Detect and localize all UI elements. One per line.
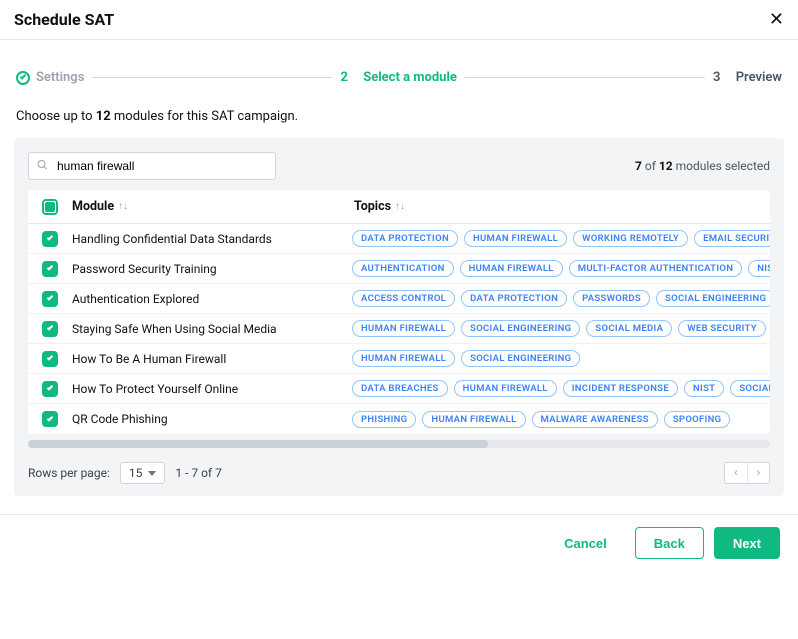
row-checkbox[interactable] bbox=[42, 261, 58, 277]
horizontal-scrollbar[interactable] bbox=[28, 440, 770, 448]
topic-tag[interactable]: HUMAN FIREWALL bbox=[422, 411, 525, 428]
next-page-button[interactable]: › bbox=[747, 463, 769, 483]
pager-nav: ‹ › bbox=[724, 462, 770, 484]
topic-tag[interactable]: PASSWORDS bbox=[573, 290, 650, 307]
table-row[interactable]: Staying Safe When Using Social MediaHUMA… bbox=[28, 314, 770, 344]
instruction-text: Choose up to 12 modules for this SAT cam… bbox=[0, 105, 798, 138]
step-label: Settings bbox=[36, 70, 84, 85]
table-row[interactable]: QR Code PhishingPHISHING HUMAN FIREWALL MA… bbox=[28, 404, 770, 434]
next-button[interactable]: Next bbox=[714, 527, 780, 559]
row-checkbox[interactable] bbox=[42, 351, 58, 367]
module-name: How To Protect Yourself Online bbox=[72, 382, 352, 396]
topic-tag[interactable]: ACCESS CONTROL bbox=[352, 290, 455, 307]
table-row[interactable]: Password Security TrainingAUTHENTICATION… bbox=[28, 254, 770, 284]
step-number: 2 bbox=[340, 70, 347, 85]
sort-icon: ↑↓ bbox=[118, 201, 128, 212]
row-checkbox[interactable] bbox=[42, 321, 58, 337]
selection-counter: 7 of 12 modules selected bbox=[635, 159, 770, 173]
topic-tag[interactable]: EMAIL SECURITY bbox=[694, 230, 770, 247]
topic-tag[interactable]: WEB SECURITY bbox=[678, 320, 766, 337]
table-row[interactable]: How To Be A Human FirewallHUMAN FIREWALL… bbox=[28, 344, 770, 374]
table-row[interactable]: How To Protect Yourself OnlineDATA BREAC… bbox=[28, 374, 770, 404]
step-divider bbox=[92, 77, 332, 78]
topic-tag[interactable]: DATA PROTECTION bbox=[461, 290, 567, 307]
table-row[interactable]: Handling Confidential Data StandardsDATA… bbox=[28, 224, 770, 254]
topic-tag[interactable]: SOCIAL ENGINEERING bbox=[461, 320, 580, 337]
pager-range: 1 - 7 of 7 bbox=[175, 466, 221, 480]
step-settings[interactable]: Settings bbox=[16, 70, 84, 85]
topic-tag[interactable]: HUMAN FIREWALL bbox=[460, 260, 563, 277]
close-icon[interactable]: ✕ bbox=[769, 11, 784, 29]
page-title: Schedule SAT bbox=[14, 10, 114, 29]
topic-tag[interactable]: SOCIAL MEDIA bbox=[730, 380, 770, 397]
sort-icon: ↑↓ bbox=[395, 201, 405, 212]
topic-tag[interactable]: DATA BREACHES bbox=[352, 380, 448, 397]
module-name: QR Code Phishing bbox=[72, 412, 352, 426]
stepper: Settings 2 Select a module 3 Preview bbox=[0, 40, 798, 105]
column-header-topics[interactable]: Topics ↑↓ bbox=[352, 199, 770, 214]
topic-tag[interactable]: AUTHENTICATION bbox=[352, 260, 454, 277]
module-name: Authentication Explored bbox=[72, 292, 352, 306]
step-select-module[interactable]: 2 Select a module bbox=[340, 70, 456, 85]
topic-tag[interactable]: NIST bbox=[748, 260, 770, 277]
row-checkbox[interactable] bbox=[42, 291, 58, 307]
topic-tag[interactable]: WORKING REMOTELY bbox=[573, 230, 688, 247]
module-name: Staying Safe When Using Social Media bbox=[72, 322, 352, 336]
step-divider bbox=[465, 77, 705, 78]
scrollbar-thumb[interactable] bbox=[28, 440, 488, 448]
row-checkbox[interactable] bbox=[42, 411, 58, 427]
prev-page-button[interactable]: ‹ bbox=[725, 463, 747, 483]
rows-per-page-label: Rows per page: bbox=[28, 466, 110, 480]
step-label: Select a module bbox=[363, 70, 457, 85]
step-number: 3 bbox=[713, 70, 720, 85]
topic-tag[interactable]: SOCIAL ENGINEERING bbox=[656, 290, 770, 307]
back-button[interactable]: Back bbox=[635, 527, 704, 559]
topic-tag[interactable]: SOCIAL MEDIA bbox=[586, 320, 672, 337]
chevron-down-icon bbox=[148, 471, 156, 476]
module-name: Handling Confidential Data Standards bbox=[72, 232, 352, 246]
column-header-module[interactable]: Module ↑↓ bbox=[72, 199, 352, 214]
topic-tag[interactable]: INCIDENT RESPONSE bbox=[563, 380, 678, 397]
search-icon bbox=[36, 159, 48, 174]
step-label: Preview bbox=[736, 70, 782, 85]
topic-tag[interactable]: NIST bbox=[684, 380, 724, 397]
topic-tag[interactable]: SPOOFING bbox=[664, 411, 731, 428]
rows-per-page-select[interactable]: 15 bbox=[120, 462, 166, 484]
cancel-button[interactable]: Cancel bbox=[546, 527, 625, 559]
topic-tag[interactable]: MALWARE AWARENESS bbox=[532, 411, 658, 428]
module-name: How To Be A Human Firewall bbox=[72, 352, 352, 366]
topic-tag[interactable]: HUMAN FIREWALL bbox=[352, 320, 455, 337]
topic-tag[interactable]: HUMAN FIREWALL bbox=[352, 350, 455, 367]
row-checkbox[interactable] bbox=[42, 231, 58, 247]
table-row[interactable]: Authentication ExploredACCESS CONTROL DAT… bbox=[28, 284, 770, 314]
check-circle-icon bbox=[16, 71, 30, 85]
topic-tag[interactable]: MULTI-FACTOR AUTHENTICATION bbox=[569, 260, 743, 277]
topic-tag[interactable]: HUMAN FIREWALL bbox=[454, 380, 557, 397]
topic-tag[interactable]: DATA PROTECTION bbox=[352, 230, 458, 247]
topic-tag[interactable]: SOCIAL ENGINEERING bbox=[461, 350, 580, 367]
search-input[interactable] bbox=[28, 152, 276, 180]
step-preview[interactable]: 3 Preview bbox=[713, 70, 782, 85]
topic-tag[interactable]: HUMAN FIREWALL bbox=[464, 230, 567, 247]
module-name: Password Security Training bbox=[72, 262, 352, 276]
row-checkbox[interactable] bbox=[42, 381, 58, 397]
topic-tag[interactable]: PHISHING bbox=[352, 411, 416, 428]
table-header-row: Module ↑↓ Topics ↑↓ bbox=[28, 190, 770, 224]
select-all-checkbox[interactable] bbox=[42, 199, 58, 215]
